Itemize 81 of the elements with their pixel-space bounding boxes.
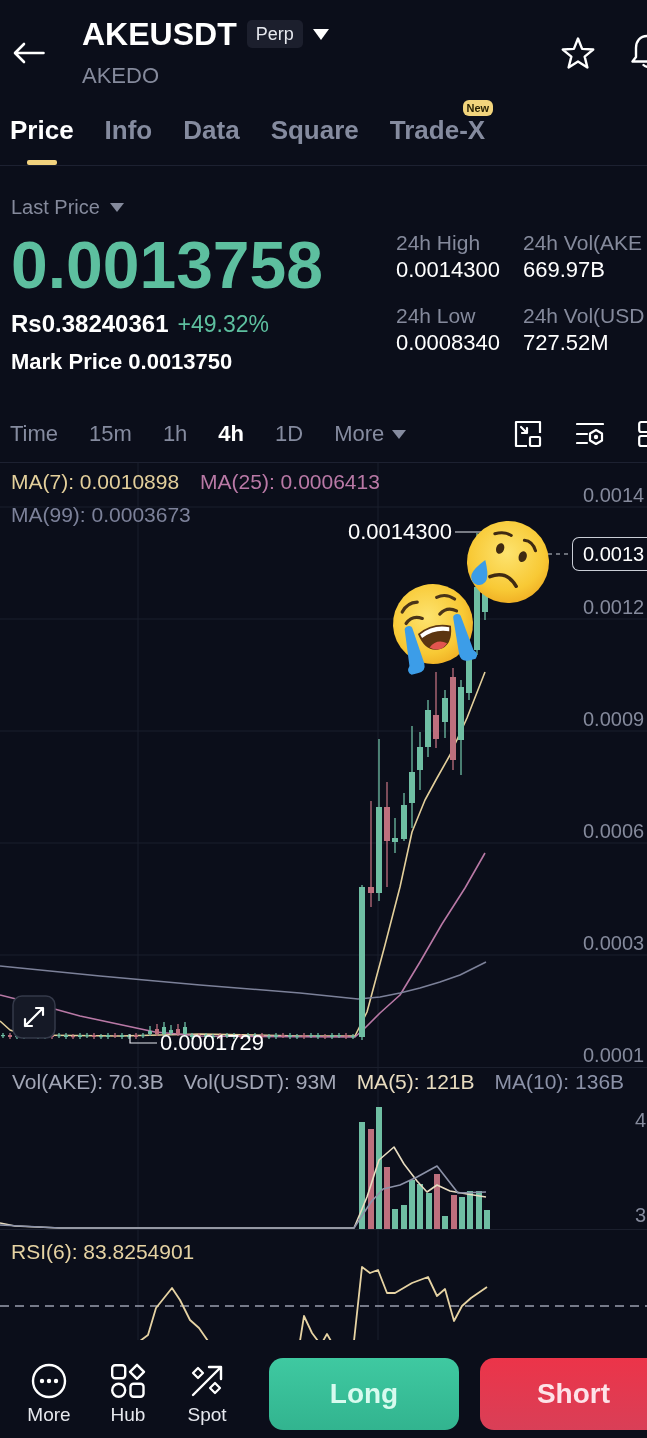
indicator-label: MA(5): 121B xyxy=(356,1070,475,1094)
stat-label: 24h Vol(USD xyxy=(523,304,645,328)
volume-bar xyxy=(467,1191,473,1229)
stat-label: 24h Vol(AKE xyxy=(523,231,643,255)
price-type-dropdown[interactable]: Last Price xyxy=(11,195,124,219)
new-badge: New xyxy=(462,100,494,116)
expand-icon[interactable] xyxy=(12,995,56,1039)
price-axis-label: 0.0012 xyxy=(583,595,645,619)
contract-type-badge: Perp xyxy=(246,20,303,48)
stat-label: 24h Low xyxy=(396,304,476,328)
interval-tab[interactable]: 4h xyxy=(218,420,245,448)
volume-axis-label: 4 xyxy=(635,1108,647,1132)
tab[interactable]: Square xyxy=(270,117,359,165)
last-price: 0.0013758 xyxy=(11,232,323,298)
volume-bar xyxy=(484,1210,490,1229)
volume-bar xyxy=(384,1167,390,1229)
volume-axis-label: 3 xyxy=(635,1203,647,1227)
volume-bar xyxy=(392,1209,398,1229)
caret-icon xyxy=(109,202,124,212)
mark-price-value: 0.0013750 xyxy=(128,349,233,375)
rsi-label: RSI(6): 83.8254901 xyxy=(11,1240,195,1264)
caret-icon[interactable] xyxy=(312,28,329,40)
leader-line xyxy=(129,1033,158,1044)
short-button[interactable]: Short xyxy=(480,1358,647,1430)
low-price-marker: 0.0001729 xyxy=(160,1031,264,1055)
price-axis-label: 0.0003 xyxy=(583,931,645,955)
interval-tab[interactable]: Time xyxy=(10,420,59,448)
symbol-title: AKEUSDT xyxy=(82,16,237,52)
indicator-label: MA(10): 136B xyxy=(494,1070,625,1094)
price-axis-label: 0.0014 xyxy=(583,483,645,507)
stat-value: 0.0014300 xyxy=(396,257,500,283)
caret-icon xyxy=(392,429,407,439)
volume-bar xyxy=(476,1191,482,1229)
interval-tab[interactable]: 1D xyxy=(275,420,304,448)
resize-icon[interactable] xyxy=(514,420,542,448)
tab[interactable]: Trade-X xyxy=(389,117,486,165)
volume-bar xyxy=(451,1195,457,1229)
volume-bar xyxy=(434,1174,440,1229)
price-axis-label: 0.0001 xyxy=(583,1043,645,1067)
stat-value: 0.0008340 xyxy=(396,330,500,356)
indicator-label: Vol(USDT): 93M xyxy=(183,1070,337,1094)
converted-price: Rs0.38240361 xyxy=(11,311,169,337)
tab[interactable]: Price xyxy=(10,117,74,165)
stat-value: 669.97B xyxy=(523,257,605,283)
volume-bar xyxy=(417,1184,423,1229)
coin-name: AKEDO xyxy=(82,63,160,89)
interval-tab[interactable]: 1h xyxy=(162,420,188,448)
list-settings-icon[interactable] xyxy=(576,420,604,448)
mark-price-label: Mark Price xyxy=(11,349,123,375)
back-arrow-icon[interactable] xyxy=(13,42,45,64)
layout-icon[interactable] xyxy=(638,420,647,448)
diagonal-arrow-icon xyxy=(189,1363,225,1399)
shortcut-button[interactable]: Hub xyxy=(97,1363,159,1426)
shortcut-button[interactable]: Spot xyxy=(176,1363,238,1426)
stat-value: 727.52M xyxy=(523,330,609,356)
volume-bar xyxy=(442,1216,448,1229)
indicator-label: Vol(AKE): 70.3B xyxy=(12,1070,164,1094)
star-icon[interactable] xyxy=(561,37,595,70)
volume-bar xyxy=(426,1193,432,1229)
shortcut-button[interactable]: More xyxy=(18,1363,80,1426)
tab[interactable]: Data xyxy=(183,117,240,165)
stat-label: 24h High xyxy=(396,231,481,255)
price-change: +49.32% xyxy=(177,311,269,337)
volume-bar xyxy=(409,1180,415,1229)
sad-tear-face-icon xyxy=(467,521,549,603)
indicator-label: MA(99): 0.0003673 xyxy=(11,502,191,528)
more-icon xyxy=(31,1363,67,1399)
current-price-tag: 0.0013 xyxy=(572,537,647,571)
shapes-icon xyxy=(110,1363,146,1399)
interval-menu[interactable]: More xyxy=(334,420,407,448)
interval-tab[interactable]: 15m xyxy=(89,420,132,448)
indicator-label: MA(7): 0.0010898 xyxy=(11,469,180,495)
price-axis-label: 0.0009 xyxy=(583,707,645,731)
indicator-label: MA(25): 0.0006413 xyxy=(200,469,380,495)
loudly-crying-face-icon xyxy=(393,584,478,675)
volume-bar xyxy=(401,1205,407,1229)
price-axis-label: 0.0006 xyxy=(583,819,645,843)
volume-bar xyxy=(459,1197,465,1229)
tab[interactable]: Info xyxy=(104,117,153,165)
bell-icon[interactable] xyxy=(630,33,647,69)
high-price-marker: 0.0014300 xyxy=(348,520,452,544)
